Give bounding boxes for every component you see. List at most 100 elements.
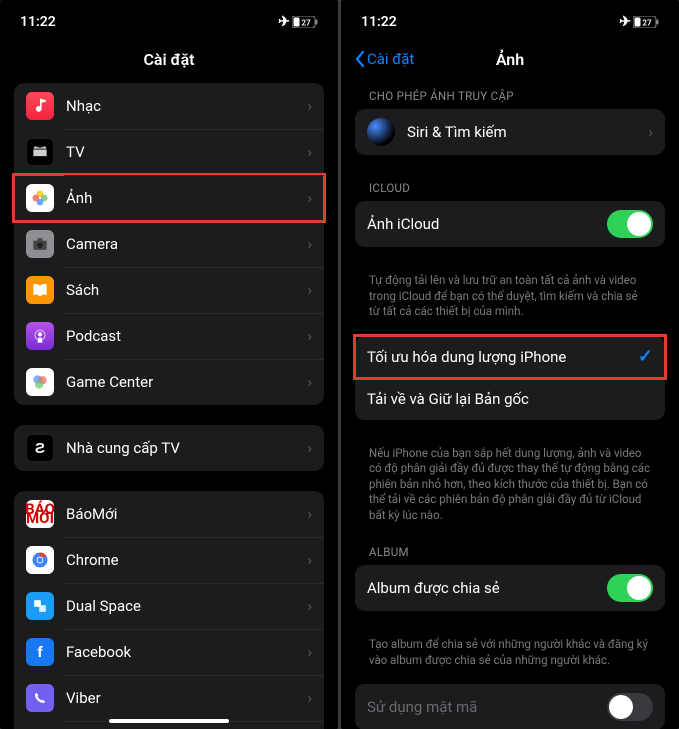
row-camera[interactable]: Camera › [14,221,324,267]
group-shared-album: Album được chia sẻ [355,565,665,611]
svg-text:27: 27 [301,19,311,28]
row-label: Sách [66,281,307,299]
row-label: Album được chia sẻ [367,579,607,597]
row-label: Game Center [66,373,307,391]
chevron-icon: › [307,689,312,707]
toggle-passcode[interactable] [607,693,653,721]
row-tv[interactable]: TV › [14,129,324,175]
row-label: Sử dụng mật mã [367,698,607,716]
row-label: TV [66,143,307,161]
row-label: Ảnh iCloud [367,215,607,233]
row-icloud-photos[interactable]: Ảnh iCloud [355,201,665,247]
chevron-icon: › [307,505,312,523]
status-time: 11:22 [20,14,56,30]
tv-icon [26,138,54,166]
row-chrome[interactable]: Chrome › [14,537,324,583]
section-album: ALBUM [355,539,665,565]
row-viber[interactable]: Viber › [14,675,324,721]
nav-bar: Cài đặt Ảnh [341,40,679,83]
chevron-icon: › [307,597,312,615]
chevron-icon: › [307,281,312,299]
footer-shared: Tạo album để chia sẻ với những người khá… [355,631,665,684]
row-books[interactable]: Sách › [14,267,324,313]
baomoi-icon: BÁOMỚI [26,500,54,528]
row-label: BáoMới [66,505,307,523]
chevron-icon: › [307,373,312,391]
svg-text:27: 27 [642,19,652,28]
row-podcast[interactable]: Podcast › [14,313,324,359]
settings-main-screen: 11:22 ✈ 27 Cài đặt Nhạc › [0,0,338,729]
status-right: ✈ 27 [619,14,659,30]
row-label: Nhà cung cấp TV [66,439,307,457]
row-label: Ảnh [66,189,307,207]
gamecenter-icon [26,368,54,396]
home-indicator[interactable] [109,719,229,723]
row-label: Siri & Tìm kiếm [407,123,648,141]
settings-group-apple-apps: Nhạc › TV › Ảnh [14,83,324,405]
row-siri-search[interactable]: Siri & Tìm kiếm › [355,109,665,155]
settings-group-tv-provider: Ƨ Nhà cung cấp TV › [14,425,324,471]
group-storage-option: Tối ưu hóa dung lượng iPhone ✓ Tải về và… [355,336,665,420]
facebook-icon: f [26,638,54,666]
chevron-icon: › [307,327,312,345]
row-tvprovider[interactable]: Ƨ Nhà cung cấp TV › [14,425,324,471]
siri-icon [367,118,395,146]
toggle-shared-album[interactable] [607,574,653,602]
books-icon [26,276,54,304]
row-baomoi[interactable]: BÁOMỚI BáoMới › [14,491,324,537]
back-label: Cài đặt [367,50,414,68]
airplane-icon: ✈ [278,14,290,30]
row-label: Podcast [66,327,307,345]
music-icon [26,92,54,120]
row-label: Dual Space [66,597,307,615]
battery-icon: 27 [292,16,318,28]
chevron-icon: › [307,439,312,457]
settings-group-third-party: BÁOMỚI BáoMới › Chrome › Dual Space › f [14,491,324,729]
nav-bar: Cài đặt [0,40,338,83]
row-label: Camera [66,235,307,253]
podcast-icon [26,322,54,350]
row-download-originals[interactable]: Tải về và Giữ lại Bản gốc [355,378,665,420]
status-right: ✈ 27 [278,14,318,30]
row-label: Facebook [66,643,307,661]
row-facebook[interactable]: f Facebook › [14,629,324,675]
footer-storage: Nếu iPhone của bạn sắp hết dung lượng, ả… [355,440,665,540]
row-gamecenter[interactable]: Game Center › [14,359,324,405]
status-bar: 11:22 ✈ 27 [0,0,338,40]
row-use-passcode[interactable]: Sử dụng mật mã [355,684,665,729]
toggle-icloud-photos[interactable] [607,210,653,238]
row-music[interactable]: Nhạc › [14,83,324,129]
chevron-icon: › [307,143,312,161]
row-label: Tối ưu hóa dung lượng iPhone [367,348,638,366]
row-photos[interactable]: Ảnh › [14,175,324,221]
row-dualspace[interactable]: Dual Space › [14,583,324,629]
group-siri: Siri & Tìm kiếm › [355,109,665,155]
chevron-icon: › [307,97,312,115]
chevron-icon: › [307,235,312,253]
group-passcode: Sử dụng mật mã [355,684,665,729]
page-title: Cài đặt [143,50,194,69]
row-label: Nhạc [66,97,307,115]
row-label: Viber [66,689,307,707]
dualspace-icon [26,592,54,620]
footer-icloud: Tự động tải lên và lưu trữ an toàn tất c… [355,267,665,336]
photos-settings-screen: 11:22 ✈ 27 Cài đặt Ảnh CHO PHÉP ẢNH TRUY… [341,0,679,729]
status-time: 11:22 [361,14,397,30]
row-shared-album[interactable]: Album được chia sẻ [355,565,665,611]
airplane-icon: ✈ [619,14,631,30]
chevron-left-icon [355,51,365,67]
row-label: Chrome [66,551,307,569]
status-bar: 11:22 ✈ 27 [341,0,679,40]
viber-icon [26,684,54,712]
chevron-icon: › [307,189,312,207]
chevron-icon: › [307,643,312,661]
checkmark-icon: ✓ [638,346,653,367]
battery-icon: 27 [633,16,659,28]
back-button[interactable]: Cài đặt [355,50,414,68]
row-optimize-storage[interactable]: Tối ưu hóa dung lượng iPhone ✓ [355,336,665,378]
page-title: Ảnh [496,50,524,69]
photos-icon [26,184,54,212]
section-icloud: ICLOUD [355,175,665,201]
chevron-icon: › [307,551,312,569]
section-allow-access: CHO PHÉP ẢNH TRUY CẬP [355,83,665,109]
